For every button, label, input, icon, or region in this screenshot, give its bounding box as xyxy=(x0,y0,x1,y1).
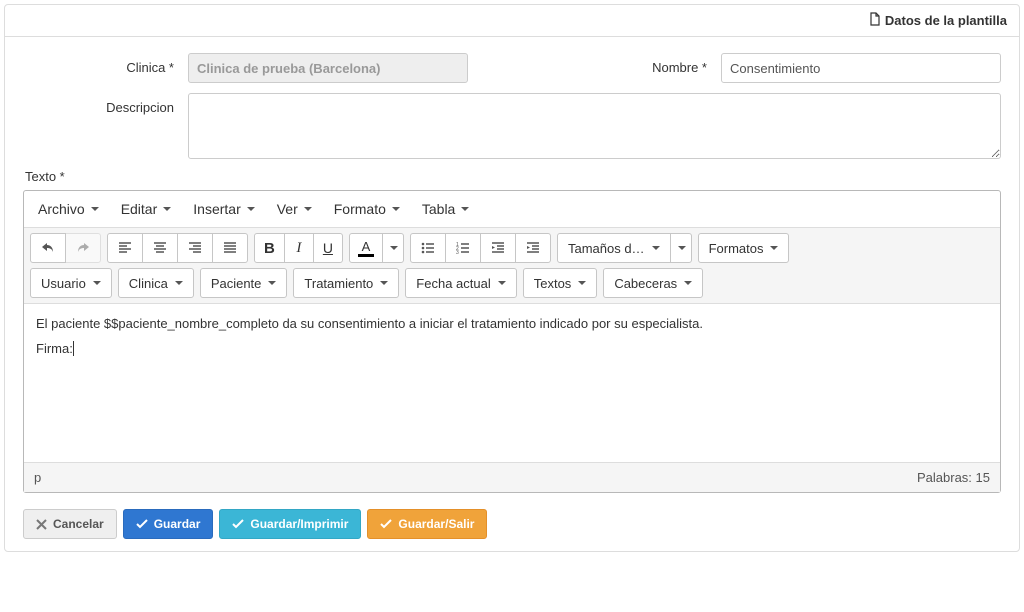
caret-icon xyxy=(770,246,778,250)
text-color-menu-button[interactable] xyxy=(382,233,404,263)
menu-ver[interactable]: Ver xyxy=(269,195,320,223)
insert-fecha-actual-menu[interactable]: Fecha actual xyxy=(405,268,516,298)
check-icon xyxy=(232,518,244,530)
caret-icon xyxy=(678,246,686,250)
word-count: Palabras: 15 xyxy=(917,470,990,485)
menu-archivo[interactable]: Archivo xyxy=(30,195,107,223)
caret-icon xyxy=(461,207,469,211)
italic-button[interactable]: I xyxy=(284,233,314,263)
descripcion-label: Descripcion xyxy=(23,93,188,115)
editor-paragraph: El paciente $$paciente_nombre_completo d… xyxy=(36,314,988,335)
outdent-button[interactable] xyxy=(480,233,516,263)
bold-button[interactable]: B xyxy=(254,233,285,263)
close-icon xyxy=(36,519,47,530)
caret-icon xyxy=(175,281,183,285)
clinica-input xyxy=(188,53,468,83)
descripcion-textarea[interactable] xyxy=(188,93,1001,159)
texto-label: Texto * xyxy=(25,169,1001,184)
panel-header: Datos de la plantilla xyxy=(5,5,1019,37)
editor-toolbar: B I U A 123 xyxy=(24,228,1000,304)
insert-cabeceras-menu[interactable]: Cabeceras xyxy=(603,268,703,298)
clinica-label: Clinica * xyxy=(23,53,188,75)
caret-icon xyxy=(392,207,400,211)
template-panel: Datos de la plantilla Clinica * Nombre *… xyxy=(4,4,1020,552)
caret-icon xyxy=(390,246,398,250)
cancel-button[interactable]: Cancelar xyxy=(23,509,117,539)
underline-button[interactable]: U xyxy=(313,233,343,263)
caret-icon xyxy=(304,207,312,211)
menu-formato[interactable]: Formato xyxy=(326,195,408,223)
insert-clinica-menu[interactable]: Clinica xyxy=(118,268,194,298)
svg-text:3: 3 xyxy=(456,250,459,256)
insert-paciente-menu[interactable]: Paciente xyxy=(200,268,288,298)
panel-title: Datos de la plantilla xyxy=(885,13,1007,28)
editor-content[interactable]: El paciente $$paciente_nombre_completo d… xyxy=(24,304,1000,462)
caret-icon xyxy=(91,207,99,211)
bullet-list-button[interactable] xyxy=(410,233,446,263)
text-caret-icon xyxy=(73,341,74,356)
document-icon xyxy=(869,12,881,29)
caret-icon xyxy=(498,281,506,285)
formats-select[interactable]: Formatos xyxy=(698,233,790,263)
element-path[interactable]: p xyxy=(34,470,41,485)
menu-insertar[interactable]: Insertar xyxy=(185,195,262,223)
align-left-button[interactable] xyxy=(107,233,143,263)
menu-editar[interactable]: Editar xyxy=(113,195,180,223)
caret-icon xyxy=(93,281,101,285)
check-icon xyxy=(380,518,392,530)
caret-icon xyxy=(380,281,388,285)
caret-icon xyxy=(578,281,586,285)
indent-button[interactable] xyxy=(515,233,551,263)
editor-menubar: Archivo Editar Insertar Ver Formato Tabl… xyxy=(24,191,1000,228)
caret-icon xyxy=(652,246,660,250)
undo-button[interactable] xyxy=(30,233,66,263)
check-icon xyxy=(136,518,148,530)
save-print-button[interactable]: Guardar/Imprimir xyxy=(219,509,361,539)
action-bar: Cancelar Guardar Guardar/Imprimir Guarda… xyxy=(23,509,1001,539)
insert-textos-menu[interactable]: Textos xyxy=(523,268,598,298)
align-center-button[interactable] xyxy=(142,233,178,263)
insert-usuario-menu[interactable]: Usuario xyxy=(30,268,112,298)
insert-tratamiento-menu[interactable]: Tratamiento xyxy=(293,268,399,298)
save-exit-button[interactable]: Guardar/Salir xyxy=(367,509,487,539)
align-right-button[interactable] xyxy=(177,233,213,263)
caret-icon xyxy=(247,207,255,211)
rich-text-editor: Archivo Editar Insertar Ver Formato Tabl… xyxy=(23,190,1001,493)
numbered-list-button[interactable]: 123 xyxy=(445,233,481,263)
text-color-button[interactable]: A xyxy=(349,233,383,263)
font-size-menu-button[interactable] xyxy=(670,233,692,263)
align-justify-button[interactable] xyxy=(212,233,248,263)
caret-icon xyxy=(268,281,276,285)
redo-button[interactable] xyxy=(65,233,101,263)
editor-paragraph: Firma: xyxy=(36,339,988,360)
font-size-select[interactable]: Tamaños d… xyxy=(557,233,671,263)
save-button[interactable]: Guardar xyxy=(123,509,214,539)
caret-icon xyxy=(163,207,171,211)
editor-statusbar: p Palabras: 15 xyxy=(24,462,1000,492)
nombre-input[interactable] xyxy=(721,53,1001,83)
menu-tabla[interactable]: Tabla xyxy=(414,195,477,223)
nombre-label: Nombre * xyxy=(631,53,721,75)
caret-icon xyxy=(684,281,692,285)
